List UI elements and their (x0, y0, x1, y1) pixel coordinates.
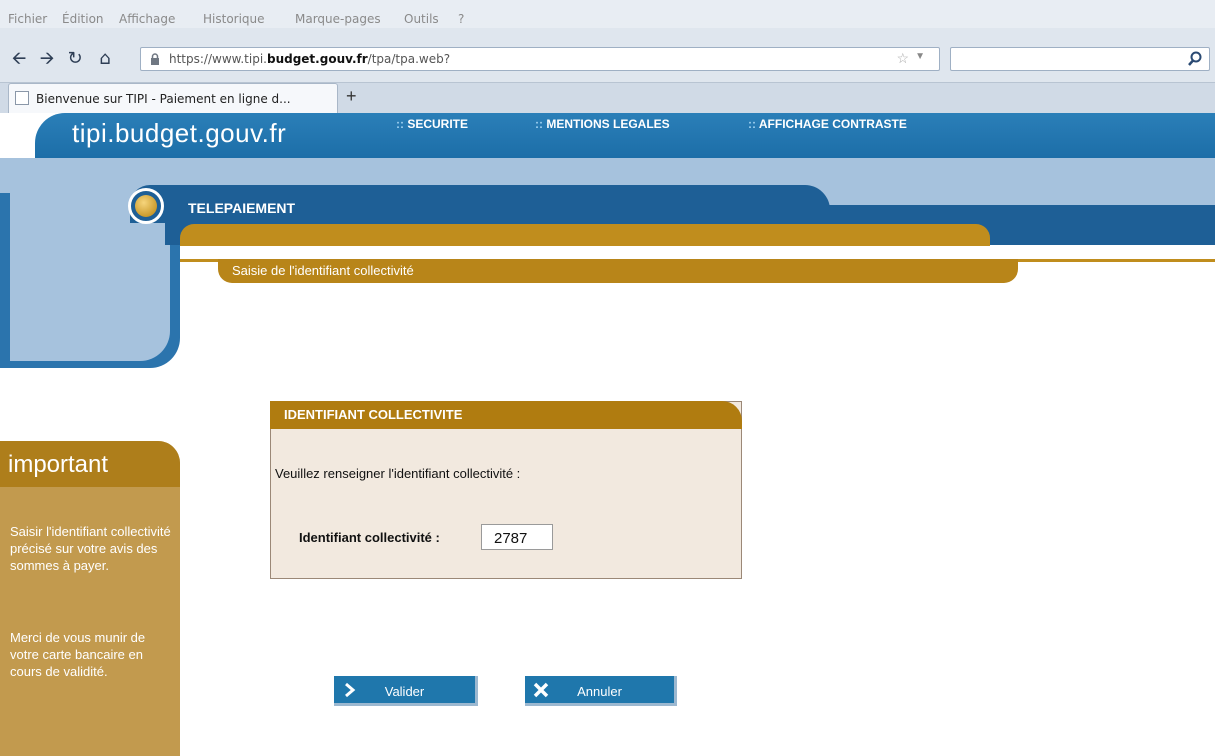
reload-icon[interactable]: ↻ (64, 48, 86, 70)
url-bar[interactable]: https://www.tipi.budget.gouv.fr/tpa/tpa.… (140, 47, 940, 71)
link-mentions-label: MENTIONS LEGALES (546, 117, 670, 131)
important-header: important (0, 441, 180, 487)
site: tipi.budget.gouv.fr :: SECURITE :: MENTI… (0, 113, 1215, 756)
identifier-prompt: Veuillez renseigner l'identifiant collec… (275, 466, 521, 481)
nav-bar: 🡨 🡪 ↻ ⌂ https://www.tipi.budget.gouv.fr/… (0, 44, 1215, 76)
menu-edition[interactable]: Édition (62, 12, 104, 26)
link-contraste-label: AFFICHAGE CONTRASTE (758, 117, 907, 131)
section-title: TELEPAIEMENT (188, 200, 296, 216)
url-path: /tpa/tpa.web? (367, 52, 451, 66)
forward-icon[interactable]: 🡪 (36, 48, 58, 70)
new-tab-plus-icon[interactable]: + (346, 86, 357, 107)
bullet-circle-gold (135, 195, 157, 217)
link-mentions-legales[interactable]: :: MENTIONS LEGALES (535, 117, 670, 131)
cancel-label: Annuler (577, 684, 622, 699)
bookmark-star-icon[interactable]: ☆ (896, 50, 909, 67)
identifier-label: Identifiant collectivité : (299, 530, 440, 545)
validate-button[interactable]: Valider (334, 676, 478, 706)
search-icon[interactable] (1187, 51, 1203, 67)
white-gap (180, 246, 1215, 255)
identifier-box-title: IDENTIFIANT COLLECTIVITE (284, 407, 463, 422)
important-text-2: Merci de vous munir de votre carte banca… (10, 630, 146, 679)
identifier-input[interactable] (481, 524, 553, 550)
lock-icon (151, 53, 159, 65)
tab-tipi[interactable]: Bienvenue sur TIPI - Paiement en ligne d… (8, 83, 338, 113)
important-text-1: Saisir l'identifiant collectivité précis… (10, 524, 171, 573)
tab-title: Bienvenue sur TIPI - Paiement en ligne d… (36, 92, 291, 106)
menu-bar: Fichier Édition Affichage Historique Mar… (0, 0, 1215, 28)
page-icon (15, 91, 29, 105)
menu-affichage[interactable]: Affichage (119, 12, 175, 26)
menu-marque-pages[interactable]: Marque-pages (295, 12, 381, 26)
menu-historique[interactable]: Historique (203, 12, 265, 26)
back-icon[interactable]: 🡨 (8, 48, 30, 70)
identifier-box: IDENTIFIANT COLLECTIVITE Veuillez rensei… (270, 401, 742, 579)
important-sidebar: important Saisir l'identifiant collectiv… (0, 441, 180, 756)
gold-band (180, 224, 990, 246)
menu-help[interactable]: ? (458, 12, 464, 26)
link-securite-label: SECURITE (407, 117, 469, 131)
identifier-box-header: IDENTIFIANT COLLECTIVITE (270, 401, 742, 429)
bullet-circle-icon (128, 188, 164, 224)
search-input[interactable] (950, 47, 1210, 71)
site-logo[interactable]: tipi.budget.gouv.fr (72, 118, 286, 149)
validate-label: Valider (384, 684, 425, 699)
menu-outils[interactable]: Outils (404, 12, 439, 26)
link-securite[interactable]: :: SECURITE (396, 117, 468, 131)
important-title: important (8, 451, 109, 478)
url-prefix: https://www.tipi. (169, 52, 267, 66)
browser-chrome: Fichier Édition Affichage Historique Mar… (0, 0, 1215, 113)
url-dropdown-icon[interactable]: ▼ (915, 51, 925, 62)
link-affichage-contraste[interactable]: :: AFFICHAGE CONTRASTE (748, 117, 907, 131)
home-icon[interactable]: ⌂ (94, 48, 116, 70)
cancel-button[interactable]: Annuler (525, 676, 677, 706)
tab-strip: Bienvenue sur TIPI - Paiement en ligne d… (0, 82, 1215, 113)
url-text: https://www.tipi.budget.gouv.fr/tpa/tpa.… (169, 52, 450, 66)
url-domain: budget.gouv.fr (266, 52, 368, 66)
menu-fichier[interactable]: Fichier (8, 12, 47, 26)
page-subtitle: Saisie de l'identifiant collectivité (232, 263, 414, 278)
